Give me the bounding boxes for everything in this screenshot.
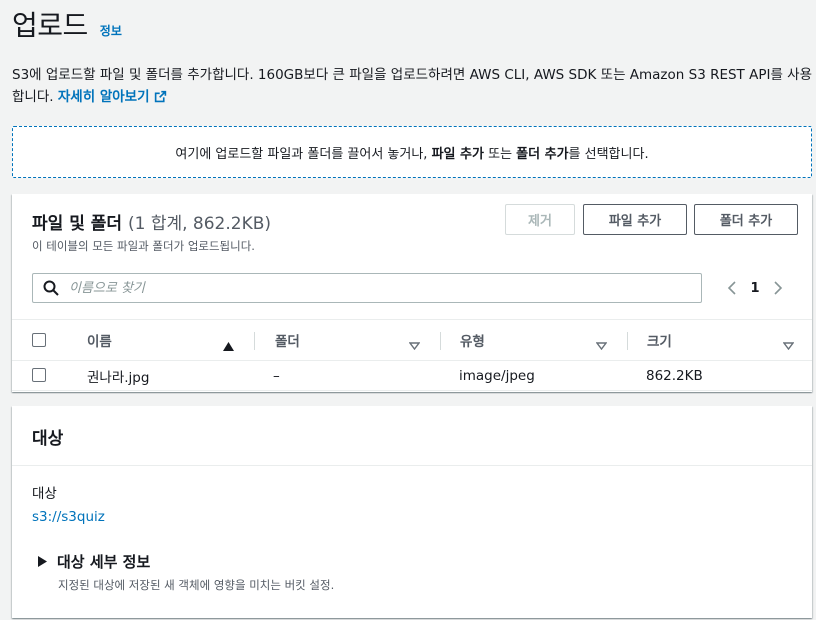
pagination: 1	[720, 276, 790, 300]
column-header-size[interactable]: 크기	[647, 330, 672, 350]
remove-button[interactable]: 제거	[505, 204, 575, 235]
files-and-folders-panel: 파일 및 폴더 (1 합계, 862.2KB) 이 테이블의 모든 파일과 폴더…	[12, 194, 812, 392]
destination-details-expander[interactable]: 대상 세부 정보	[38, 551, 150, 572]
destination-bucket-link[interactable]: s3://s3quiz	[32, 509, 105, 525]
files-count: (1 합계, 862.2KB)	[127, 214, 272, 234]
dropzone-mid: 또는	[488, 146, 513, 162]
files-title-text: 파일 및 폴더	[32, 214, 123, 234]
search-icon	[43, 280, 59, 296]
table-row[interactable]: 권나라.jpg – image/jpeg 862.2KB	[12, 361, 812, 391]
destination-details-title: 대상 세부 정보	[57, 553, 151, 571]
external-link-icon	[154, 88, 167, 110]
chevron-left-icon[interactable]	[720, 280, 744, 296]
sort-caret-icon[interactable]	[408, 335, 421, 354]
info-link[interactable]: 정보	[100, 22, 122, 39]
column-divider	[627, 332, 628, 350]
page-header: 업로드 정보	[12, 4, 122, 44]
files-panel-title: 파일 및 폴더 (1 합계, 862.2KB)	[32, 209, 271, 234]
files-panel-subtitle: 이 테이블의 모든 파일과 폴더가 업로드됩니다.	[32, 239, 255, 253]
files-table: 이름 폴더 유형 크기 권나라.jpg – image/jpeg 862.2KB	[12, 319, 812, 391]
add-folder-button[interactable]: 폴더 추가	[694, 204, 798, 235]
page-title: 업로드	[12, 9, 88, 42]
chevron-right-icon[interactable]	[766, 280, 790, 296]
files-panel-header: 파일 및 폴더 (1 합계, 862.2KB) 이 테이블의 모든 파일과 폴더…	[12, 194, 812, 262]
cell-folder: –	[273, 367, 280, 384]
select-all-checkbox[interactable]	[32, 333, 46, 347]
cell-size: 862.2KB	[646, 367, 703, 384]
row-checkbox[interactable]	[32, 368, 46, 382]
dropzone-add-files: 파일 추가	[431, 146, 484, 162]
drop-zone[interactable]: 여기에 업로드할 파일과 폴더를 끌어서 놓거나, 파일 추가 또는 폴더 추가…	[12, 126, 812, 178]
cell-name: 권나라.jpg	[87, 369, 150, 386]
destination-label: 대상	[32, 486, 57, 502]
column-header-folder[interactable]: 폴더	[275, 330, 300, 350]
current-page[interactable]: 1	[744, 281, 766, 296]
sort-ascending-icon[interactable]	[223, 336, 234, 355]
cell-type: image/jpeg	[459, 367, 535, 384]
learn-more-label: 자세히 알아보기	[57, 89, 150, 105]
sort-caret-icon[interactable]	[782, 335, 795, 354]
dropzone-add-folder: 폴더 추가	[516, 146, 569, 162]
add-file-button[interactable]: 파일 추가	[583, 204, 687, 235]
learn-more-link[interactable]: 자세히 알아보기	[58, 89, 167, 105]
search-input[interactable]	[69, 280, 669, 296]
destination-details-description: 지정된 대상에 저장된 새 객체에 영향을 미치는 버킷 설정.	[58, 578, 335, 592]
destination-panel-header: 대상	[12, 406, 812, 466]
column-divider	[440, 332, 441, 350]
caret-right-icon	[38, 556, 47, 567]
column-divider	[254, 332, 255, 350]
page-description: S3에 업로드할 파일 및 폴더를 추가합니다. 160GB보다 큰 파일을 업…	[12, 64, 812, 110]
dropzone-suffix: 를 선택합니다.	[568, 146, 649, 162]
column-header-type[interactable]: 유형	[460, 330, 485, 350]
table-header: 이름 폴더 유형 크기	[12, 319, 812, 361]
search-box	[32, 273, 702, 303]
sort-caret-icon[interactable]	[595, 335, 608, 354]
dropzone-prefix: 여기에 업로드할 파일과 폴더를 끌어서 놓거나,	[175, 146, 428, 162]
destination-panel: 대상 대상 s3://s3quiz 대상 세부 정보 지정된 대상에 저장된 새…	[12, 406, 812, 618]
column-header-name[interactable]: 이름	[87, 330, 112, 350]
destination-title: 대상	[32, 429, 64, 449]
